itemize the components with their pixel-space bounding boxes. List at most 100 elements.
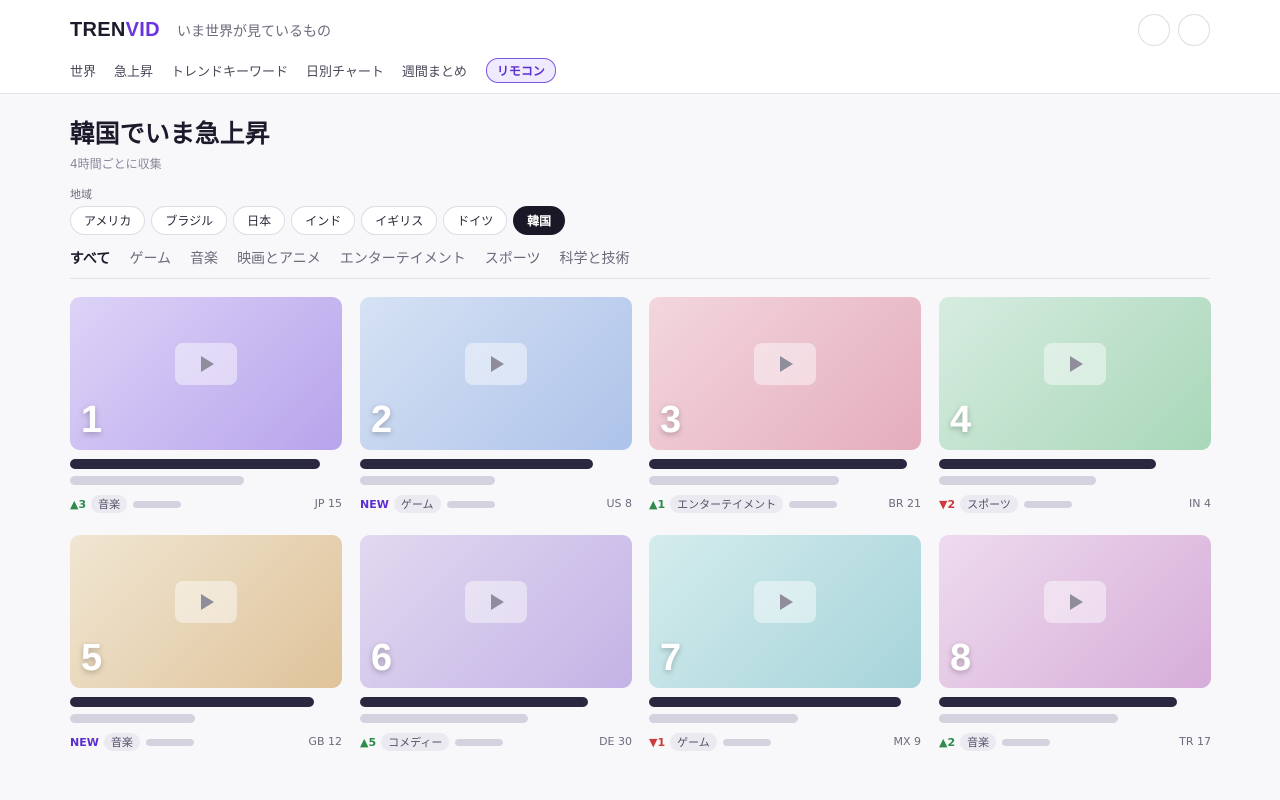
nav-item-daily-chart[interactable]: 日別チャート	[306, 61, 384, 80]
rank-number: 8	[950, 637, 972, 679]
channel-placeholder	[360, 476, 495, 485]
card-meta: ▼1 ゲーム MX 9	[649, 733, 921, 751]
tab-entertainment[interactable]: エンターテイメント	[340, 248, 466, 278]
nav-item-trend-keywords[interactable]: トレンドキーワード	[171, 61, 288, 80]
rank-number: 2	[371, 399, 393, 441]
region-chip-germany[interactable]: ドイツ	[443, 206, 508, 235]
rank-change-badge: NEW	[360, 497, 389, 511]
title-placeholder	[939, 459, 1156, 469]
tab-games[interactable]: ゲーム	[129, 248, 171, 278]
video-thumbnail[interactable]: 6	[360, 535, 632, 688]
stats-placeholder	[722, 738, 771, 746]
category-tag: コメディー	[381, 733, 450, 751]
play-icon[interactable]	[175, 581, 237, 623]
tab-all[interactable]: すべて	[70, 248, 110, 278]
title-placeholder	[939, 697, 1177, 707]
video-thumbnail[interactable]: 7	[649, 535, 921, 688]
video-card[interactable]: 3 ▲1 エンターテイメント BR 21	[649, 297, 921, 517]
play-icon[interactable]	[1044, 581, 1106, 623]
play-icon[interactable]	[754, 581, 816, 623]
title-placeholder	[360, 459, 593, 469]
region-rank: US 8	[606, 497, 632, 510]
stats-placeholder	[789, 500, 838, 508]
header-action-button-1[interactable]	[1138, 14, 1170, 46]
card-meta: ▲5 コメディー DE 30	[360, 733, 632, 751]
card-meta: NEW ゲーム US 8	[360, 495, 632, 513]
rank-change-badge: ▲1	[649, 497, 666, 511]
region-chip-brazil[interactable]: ブラジル	[151, 206, 228, 235]
header-action-button-2[interactable]	[1178, 14, 1210, 46]
channel-placeholder	[939, 476, 1096, 485]
video-thumbnail[interactable]: 3	[649, 297, 921, 450]
tab-music[interactable]: 音楽	[190, 248, 218, 278]
video-card[interactable]: 7 ▼1 ゲーム MX 9	[649, 535, 921, 755]
region-rank: MX 9	[893, 735, 921, 748]
stats-placeholder	[145, 738, 194, 746]
channel-placeholder	[70, 714, 195, 723]
nav-item-weekly-summary[interactable]: 週間まとめ	[402, 61, 467, 80]
rank-change-badge: NEW	[70, 735, 99, 749]
channel-placeholder	[649, 476, 839, 485]
video-thumbnail[interactable]: 8	[939, 535, 1211, 688]
play-icon[interactable]	[754, 343, 816, 385]
stats-placeholder	[455, 738, 504, 746]
rank-number: 1	[81, 399, 103, 441]
region-chip-japan[interactable]: 日本	[233, 206, 286, 235]
video-thumbnail[interactable]: 4	[939, 297, 1211, 450]
card-meta: ▲2 音楽 TR 17	[939, 733, 1211, 751]
channel-placeholder	[939, 714, 1118, 723]
video-card[interactable]: 6 ▲5 コメディー DE 30	[360, 535, 632, 755]
video-thumbnail[interactable]: 1	[70, 297, 342, 450]
category-tag: エンターテイメント	[670, 495, 784, 513]
rank-number: 4	[950, 399, 972, 441]
remote-button[interactable]: リモコン	[485, 58, 556, 83]
play-icon[interactable]	[1044, 343, 1106, 385]
tagline: いま世界が見ているもの	[177, 24, 331, 40]
rank-change-badge: ▲5	[360, 735, 377, 749]
channel-placeholder	[360, 714, 528, 723]
tab-film-animation[interactable]: 映画とアニメ	[237, 248, 321, 278]
region-chip-korea[interactable]: 韓国	[513, 206, 566, 235]
title-placeholder	[360, 697, 588, 707]
card-meta: ▲1 エンターテイメント BR 21	[649, 495, 921, 513]
channel-placeholder	[70, 476, 244, 485]
nav-item-rising[interactable]: 急上昇	[114, 61, 153, 80]
card-meta: ▼2 スポーツ IN 4	[939, 495, 1211, 513]
play-icon[interactable]	[175, 343, 237, 385]
category-tag: スポーツ	[960, 495, 1018, 513]
tab-science-tech[interactable]: 科学と技術	[560, 248, 630, 278]
tab-sports[interactable]: スポーツ	[485, 248, 541, 278]
nav-item-world[interactable]: 世界	[70, 61, 96, 80]
app-logo[interactable]: TRENVID	[70, 19, 160, 42]
video-card[interactable]: 1 ▲3 音楽 JP 15	[70, 297, 342, 517]
stats-placeholder	[446, 500, 495, 508]
top-header: TRENVID いま世界が見ているもの 世界 急上昇 トレンドキーワード 日別チ…	[0, 0, 1280, 94]
region-rank: DE 30	[599, 735, 632, 748]
title-placeholder	[649, 697, 901, 707]
video-card[interactable]: 4 ▼2 スポーツ IN 4	[939, 297, 1211, 517]
stats-placeholder	[1002, 738, 1051, 746]
video-card[interactable]: 5 NEW 音楽 GB 12	[70, 535, 342, 755]
video-thumbnail[interactable]: 5	[70, 535, 342, 688]
title-placeholder	[70, 459, 320, 469]
rank-number: 3	[660, 399, 682, 441]
rank-change-badge: ▲2	[939, 735, 956, 749]
play-icon[interactable]	[465, 343, 527, 385]
video-card[interactable]: 2 NEW ゲーム US 8	[360, 297, 632, 517]
region-rank: IN 4	[1189, 497, 1211, 510]
region-filter: アメリカ ブラジル 日本 インド イギリス ドイツ 韓国	[70, 206, 571, 235]
region-chip-india[interactable]: インド	[291, 206, 356, 235]
region-chip-usa[interactable]: アメリカ	[70, 206, 146, 235]
video-thumbnail[interactable]: 2	[360, 297, 632, 450]
region-rank: GB 12	[308, 735, 342, 748]
stats-placeholder	[133, 500, 182, 508]
region-rank: BR 21	[888, 497, 921, 510]
category-tag: 音楽	[960, 733, 997, 751]
rank-change-badge: ▲3	[70, 497, 87, 511]
rank-number: 5	[81, 637, 103, 679]
video-card[interactable]: 8 ▲2 音楽 TR 17	[939, 535, 1211, 755]
page-title: 韓国でいま急上昇	[70, 119, 271, 148]
card-meta: ▲3 音楽 JP 15	[70, 495, 342, 513]
region-chip-uk[interactable]: イギリス	[361, 206, 438, 235]
play-icon[interactable]	[465, 581, 527, 623]
